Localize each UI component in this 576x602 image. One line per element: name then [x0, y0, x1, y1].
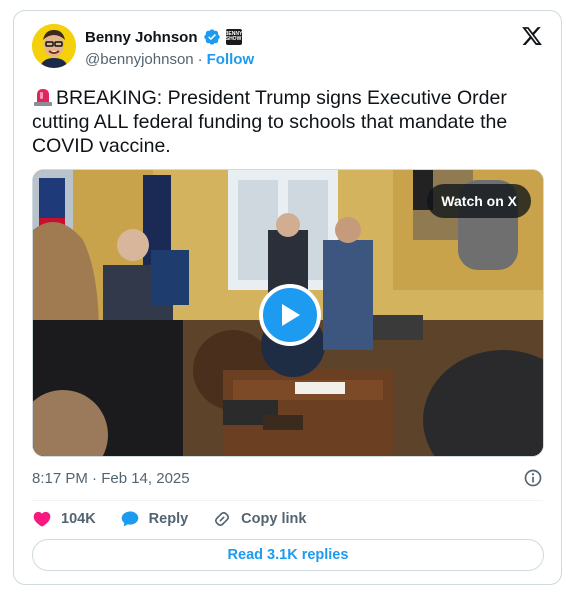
- copy-link-button[interactable]: Copy link: [212, 509, 306, 529]
- tweet-card: Benny Johnson BENNY SHOW @bennyjohnson · F…: [13, 10, 562, 585]
- author-display-name[interactable]: Benny Johnson: [85, 29, 198, 46]
- tweet-text-container: BREAKING: President Trump signs Executiv…: [32, 85, 542, 158]
- siren-icon: [34, 89, 52, 106]
- watch-on-x-button[interactable]: Watch on X: [427, 184, 531, 218]
- author-handle-row: @bennyjohnson · Follow: [85, 51, 254, 68]
- reply-bubble-icon: [121, 511, 139, 527]
- avatar[interactable]: [32, 24, 76, 68]
- verified-badge-icon: [203, 29, 220, 45]
- copy-link-label: Copy link: [241, 511, 307, 527]
- separator-dot: ·: [197, 51, 203, 68]
- divider: [32, 500, 543, 501]
- affiliate-badge[interactable]: BENNY SHOW: [225, 29, 242, 45]
- tweet-text: BREAKING: President Trump signs Executiv…: [32, 87, 508, 157]
- tweet-timestamp[interactable]: 8:17 PM · Feb 14, 2025: [32, 470, 190, 487]
- x-logo-icon[interactable]: [521, 25, 543, 47]
- play-icon: [282, 304, 300, 326]
- action-bar: 104K Reply Copy link: [32, 508, 330, 530]
- reply-button[interactable]: Reply: [120, 509, 189, 529]
- link-icon: [215, 511, 230, 527]
- author-name-row: Benny Johnson BENNY SHOW: [85, 28, 242, 46]
- reply-label: Reply: [148, 511, 189, 527]
- follow-button[interactable]: Follow: [207, 51, 255, 68]
- play-button[interactable]: [259, 284, 321, 346]
- read-replies-button[interactable]: Read 3.1K replies: [32, 539, 544, 571]
- info-icon[interactable]: [523, 468, 543, 488]
- heart-icon: [33, 511, 51, 527]
- author-handle[interactable]: @bennyjohnson: [85, 51, 194, 68]
- likes-count: 104K: [61, 511, 96, 527]
- video-media[interactable]: Watch on X: [32, 169, 544, 457]
- like-button[interactable]: 104K: [32, 509, 96, 529]
